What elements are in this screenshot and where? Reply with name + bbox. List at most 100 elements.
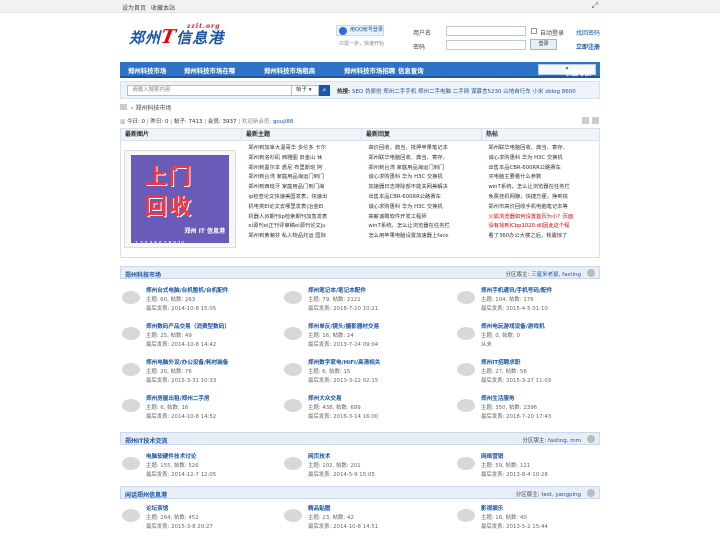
collapse-icon[interactable] (587, 435, 595, 443)
login-button[interactable]: 登录 (530, 39, 557, 50)
forum-title[interactable]: 网页技术 (308, 452, 330, 460)
list-item[interactable]: 高薪诚聘软件开发工程师 (365, 213, 479, 223)
site-logo[interactable]: 郑州T信息港 zzit.org (129, 23, 224, 48)
forum-last-post[interactable]: 最后发表: 2015-3-8 20:27 (146, 522, 213, 530)
list-item[interactable]: 高价回收，典当，抵押苹果笔记本 (365, 144, 479, 154)
forum-title[interactable]: 郑州笔记本/笔记本配件 (308, 286, 366, 294)
forum-item[interactable]: 郑州单反/镜头/摄影器材交易 主题: 16, 帖数: 24 最后发表: 2013-7… (282, 322, 432, 352)
home-icon[interactable] (120, 104, 127, 110)
qq-login-button[interactable]: 用QQ帐号登录 (336, 25, 384, 36)
forum-item[interactable]: 郑州大众交易 主题: 438, 帖数: 699 最后发表: 2016-3-14 16… (282, 394, 432, 424)
forum-item[interactable]: 郑州数字家电/HiFi/高清相关 主题: 6, 帖数: 15 最后发表: 2013-… (282, 358, 432, 388)
forum-last-post[interactable]: 最后发表: 2013-3-22 02:15 (308, 376, 378, 384)
forum-item[interactable]: 精品贴图 主题: 23, 帖数: 42 最后发表: 2014-10-8 14:51 (282, 504, 432, 534)
forum-title[interactable]: 影视娱乐 (481, 504, 503, 512)
list-item[interactable]: 郑州到台湾 家庭用品海运门到门 (245, 173, 359, 183)
collapse-icon[interactable] (587, 489, 595, 497)
list-item[interactable]: ip检查论文快速美国发表，快速出 (245, 193, 359, 203)
forum-title[interactable]: 郑州数码产品交易（消费型数码） (146, 322, 230, 330)
forum-title[interactable]: 郑州台式电脑/台机整机/台机配件 (146, 286, 228, 294)
forum-item[interactable]: 郑州IT招聘求职 主题: 27, 帖数: 56 最后发表: 2015-3-27 11… (455, 358, 605, 388)
forum-item[interactable]: 网页技术 主题: 102, 帖数: 201 最后发表: 2014-5-9 15:05 (282, 452, 432, 482)
forum-item[interactable]: 郑州电玩游戏设备/游戏机 主题: 0, 帖数: 0 从未 (455, 322, 605, 352)
forum-item[interactable]: 郑州台式电脑/台机整机/台机配件 主题: 60, 帖数: 263 最后发表: 201… (120, 286, 270, 316)
quick-nav-button[interactable]: 快捷导航 ▾ (538, 64, 596, 77)
list-item[interactable]: 机电类EI论文去哪里发表|冶金EI (245, 203, 359, 213)
list-item[interactable]: 郑州联华电脑回收、典当、寄存、 (485, 144, 597, 154)
list-item[interactable]: win7系统，怎么让浏览器在任务栏 (485, 183, 597, 193)
forum-item[interactable]: 郑州生活服务 主题: 350, 帖数: 2396 最后发表: 2018-7-20 1… (455, 394, 605, 424)
forum-last-post[interactable]: 最后发表: 2013-5-2 15:44 (481, 522, 548, 530)
forum-last-post[interactable]: 最后发表: 2014-5-9 15:05 (308, 470, 375, 478)
list-item[interactable]: 郑州到台湾 家庭用品海运门到门 (365, 164, 479, 174)
list-item[interactable]: 郑州到西班牙 家庭用品门到门海 (245, 183, 359, 193)
forum-title[interactable]: 郑州大众交易 (308, 394, 342, 402)
forum-last-post[interactable]: 最后发表: 2016-3-14 16:00 (308, 412, 378, 420)
forum-title[interactable]: 论坛茶馆 (146, 504, 168, 512)
forum-item[interactable]: 论坛茶馆 主题: 264, 帖数: 452 最后发表: 2015-3-8 20:27 (120, 504, 270, 534)
forum-last-post[interactable]: 最后发表: 2015-4-5 01:10 (481, 304, 548, 312)
forum-title[interactable]: 郑州生活服务 (481, 394, 515, 402)
forum-last-post[interactable]: 最后发表: 2014-10-8 14:51 (308, 522, 378, 530)
forum-item[interactable]: 网络营销 主题: 59, 帖数: 121 最后发表: 2013-8-4 10:28 (455, 452, 605, 482)
forum-title[interactable]: 电脑软硬件技术讨论 (146, 452, 196, 460)
nav-item-jobs[interactable]: 郑州科技市场招聘 (344, 66, 395, 75)
list-item[interactable]: 看了360办公大楼之后，我震惊了 (485, 232, 597, 242)
list-item[interactable]: 机器人|6期刊ip检索期刊加急发表 (245, 213, 359, 223)
nav-item-market[interactable]: 郑州科技市场 (128, 66, 166, 75)
expand-icon[interactable]: ⤢ (592, 1, 598, 11)
forum-item[interactable]: 郑州手机通讯/手机号码/配件 主题: 104, 帖数: 176 最后发表: 2015… (455, 286, 605, 316)
list-item[interactable]: 郑州到加拿大温哥华 多伦多 卡尔 (245, 144, 359, 154)
forum-title[interactable]: 郑州数字家电/HiFi/高清相关 (308, 358, 380, 366)
list-item[interactable]: 火狐浏览器如何设置首页为小？页面 (485, 213, 597, 223)
forum-title[interactable]: 郑州单反/镜头/摄影器材交易 (308, 322, 379, 330)
forum-last-post[interactable]: 最后发表: 2015-3-31 10:33 (146, 376, 216, 384)
list-item[interactable]: 诚心求购惠科 华为 H3C 交换机 (365, 173, 479, 183)
list-item[interactable]: 出售本品CBR-600RR公路赛车 (365, 193, 479, 203)
forum-last-post[interactable]: 最后发表: 2015-3-27 11:03 (481, 376, 551, 384)
list-item[interactable]: win7系统，怎么让浏览器在任务栏 (365, 222, 479, 232)
stats-new-member[interactable]: gouji88 (273, 119, 293, 125)
forum-item[interactable]: 影视娱乐 主题: 16, 帖数: 40 最后发表: 2013-5-2 15:44 (455, 504, 605, 534)
rss-icon[interactable] (592, 117, 599, 124)
collapse-icon[interactable] (587, 269, 595, 277)
list-item[interactable]: 加速器日志排除部不能关网美解决 (365, 183, 479, 193)
list-item[interactable]: 出售本品CBR-600RR公路赛车 (485, 164, 597, 174)
search-input[interactable]: 请输入搜索内容 (127, 85, 292, 96)
list-item[interactable]: 诚心求购惠科 华为 H3C 交换机 (485, 154, 597, 164)
list-item[interactable]: 郑州联华电脑回收、典当、寄存、 (365, 154, 479, 164)
nav-item-rent[interactable]: 郑州科技市场租商 (264, 66, 315, 75)
forum-title[interactable]: 郑州电玩游戏设备/游戏机 (481, 322, 545, 330)
forum-title[interactable]: 郑州电脑外设/办公设备/耗材装备 (146, 358, 228, 366)
category-title[interactable]: 郑州IT技术交流 (125, 436, 167, 445)
forum-last-post[interactable]: 最后发表: 2013-7-24 09:04 (308, 340, 378, 348)
bookmark-link[interactable]: 收藏本站 (151, 3, 175, 12)
forum-last-post[interactable]: 最后发表: 2014-10-8 14:52 (146, 412, 216, 420)
category-title[interactable]: 闲话郑州信息港 (125, 490, 167, 499)
list-item[interactable]: 没有找到ICbp1020.dll因此这个程 (485, 222, 597, 232)
forum-last-post[interactable]: 从未 (481, 340, 492, 348)
moderator-names[interactable]: test, yangping (541, 492, 581, 498)
forum-last-post[interactable]: 最后发表: 2014-12-7 12:05 (146, 470, 216, 478)
forum-item[interactable]: 郑州房屋出租/郑州二手房 主题: 6, 帖数: 16 最后发表: 2014-10-8… (120, 394, 270, 424)
forum-last-post[interactable]: 最后发表: 2013-8-4 10:28 (481, 470, 548, 478)
list-item[interactable]: 郑州到黄菊芬 私人物品托运 国际 (245, 232, 359, 242)
find-password-link[interactable]: 找回密码 (576, 28, 600, 37)
search-type-select[interactable]: 帖子 ▾ (291, 85, 319, 96)
forum-last-post[interactable]: 最后发表: 2014-10-8 15:05 (146, 304, 216, 312)
hot-search-terms[interactable]: SEO 伪原创 郑州二手手机 郑州二手电脑 二手网 谋慕言5230 山地自行车 … (352, 89, 576, 95)
forum-title[interactable]: 郑州IT招聘求职 (481, 358, 520, 366)
search-icon[interactable]: ⌕ (319, 85, 330, 96)
list-item[interactable]: 郑州到墨尔本 悉尼 布里斯班 阿 (245, 164, 359, 174)
list-item[interactable]: 郑州到洛杉矶 西雅图 旧金山 休 (245, 154, 359, 164)
featured-image[interactable]: 上门 回收 郑州 IT 信息港 1 2 3 4 5 6 7 8 9 10 (124, 150, 236, 248)
moderator-names[interactable]: 三星米老鼠, fasting (531, 272, 581, 278)
forum-title[interactable]: 郑州手机通讯/手机号码/配件 (481, 286, 552, 294)
password-field[interactable] (446, 40, 526, 50)
list-item[interactable]: 怎么用苹果电脑设置加速器上face (365, 232, 479, 242)
category-title[interactable]: 郑州科技市场 (125, 270, 161, 279)
set-homepage-link[interactable]: 设为首页 (122, 3, 146, 12)
list-item[interactable]: 免费挂机网赚，快捷方便，挣到钱 (485, 193, 597, 203)
forum-title[interactable]: 郑州房屋出租/郑州二手房 (146, 394, 210, 402)
register-link[interactable]: 立即注册 (576, 42, 600, 51)
